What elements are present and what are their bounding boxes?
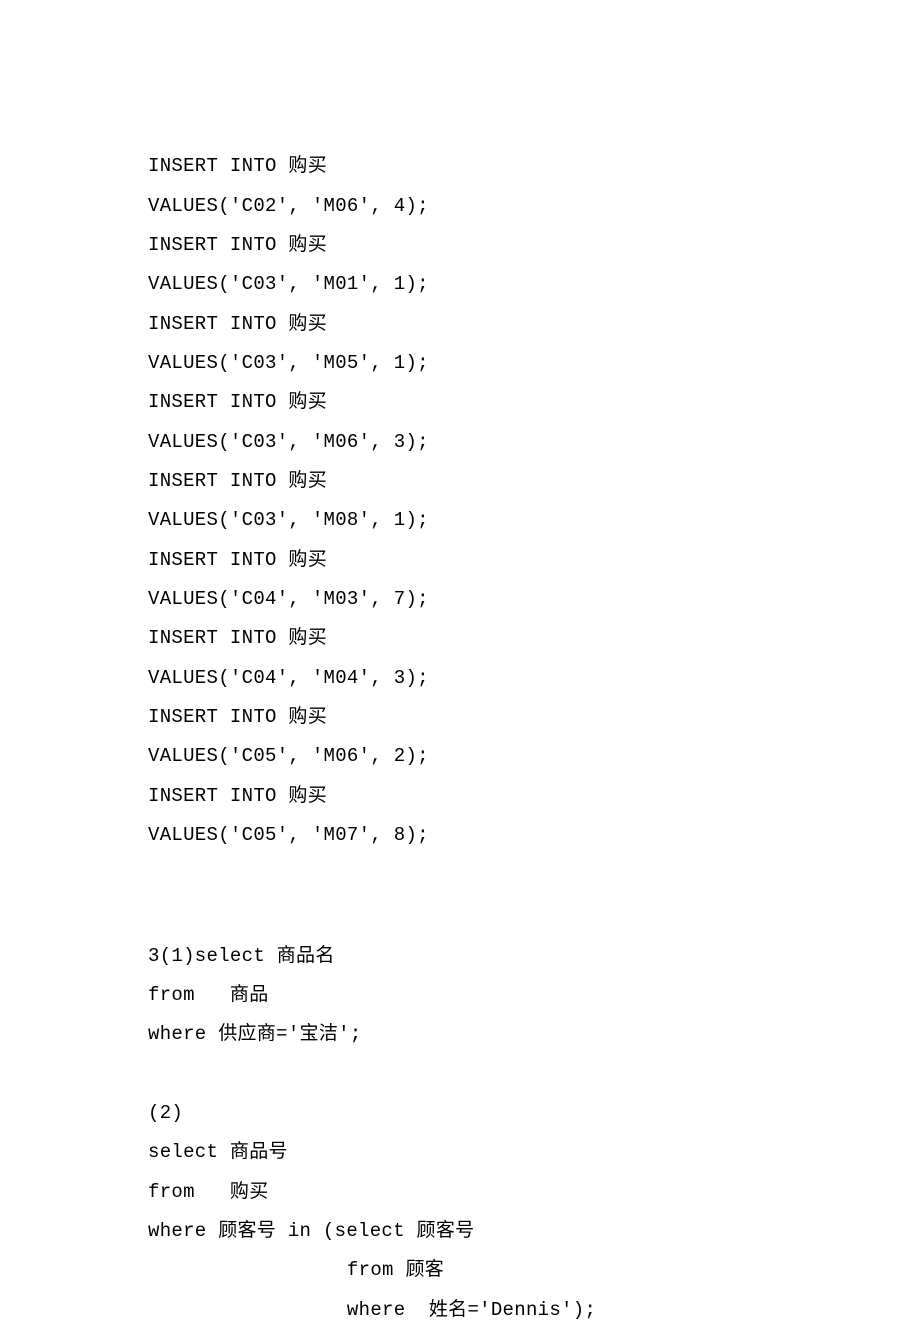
query-line: from 商品	[148, 984, 269, 1006]
insert-line: VALUES('C03', 'M06', 3);	[148, 431, 429, 453]
insert-line: VALUES('C04', 'M04', 3);	[148, 667, 429, 689]
insert-line: VALUES('C04', 'M03', 7);	[148, 588, 429, 610]
insert-line: INSERT INTO 购买	[148, 470, 327, 492]
insert-line: VALUES('C03', 'M08', 1);	[148, 509, 429, 531]
insert-line: INSERT INTO 购买	[148, 313, 327, 335]
insert-line: VALUES('C05', 'M06', 2);	[148, 745, 429, 767]
insert-line: INSERT INTO 购买	[148, 706, 327, 728]
insert-line: VALUES('C03', 'M01', 1);	[148, 273, 429, 295]
insert-line: INSERT INTO 购买	[148, 549, 327, 571]
insert-line: VALUES('C05', 'M07', 8);	[148, 824, 429, 846]
insert-line: INSERT INTO 购买	[148, 234, 327, 256]
insert-line: VALUES('C02', 'M06', 4);	[148, 195, 429, 217]
query-line: (2)	[148, 1102, 183, 1124]
query-line: where 顾客号 in (select 顾客号	[148, 1220, 474, 1242]
query-line: from 顾客	[148, 1259, 444, 1281]
query-line: select 商品号	[148, 1141, 288, 1163]
insert-line: INSERT INTO 购买	[148, 155, 327, 177]
insert-line: INSERT INTO 购买	[148, 785, 327, 807]
insert-line: INSERT INTO 购买	[148, 627, 327, 649]
query-line: from 购买	[148, 1181, 269, 1203]
query-1-block: 3(1)select 商品名 from 商品 where 供应商='宝洁'; (…	[148, 897, 920, 1330]
insert-block: INSERT INTO 购买 VALUES('C02', 'M06', 4); …	[148, 108, 920, 855]
query-line: where 供应商='宝洁';	[148, 1023, 362, 1045]
insert-line: VALUES('C03', 'M05', 1);	[148, 352, 429, 374]
document-page: INSERT INTO 购买 VALUES('C02', 'M06', 4); …	[0, 0, 920, 1330]
query-line: 3(1)select 商品名	[148, 945, 335, 967]
insert-line: INSERT INTO 购买	[148, 391, 327, 413]
spacer	[148, 855, 920, 897]
